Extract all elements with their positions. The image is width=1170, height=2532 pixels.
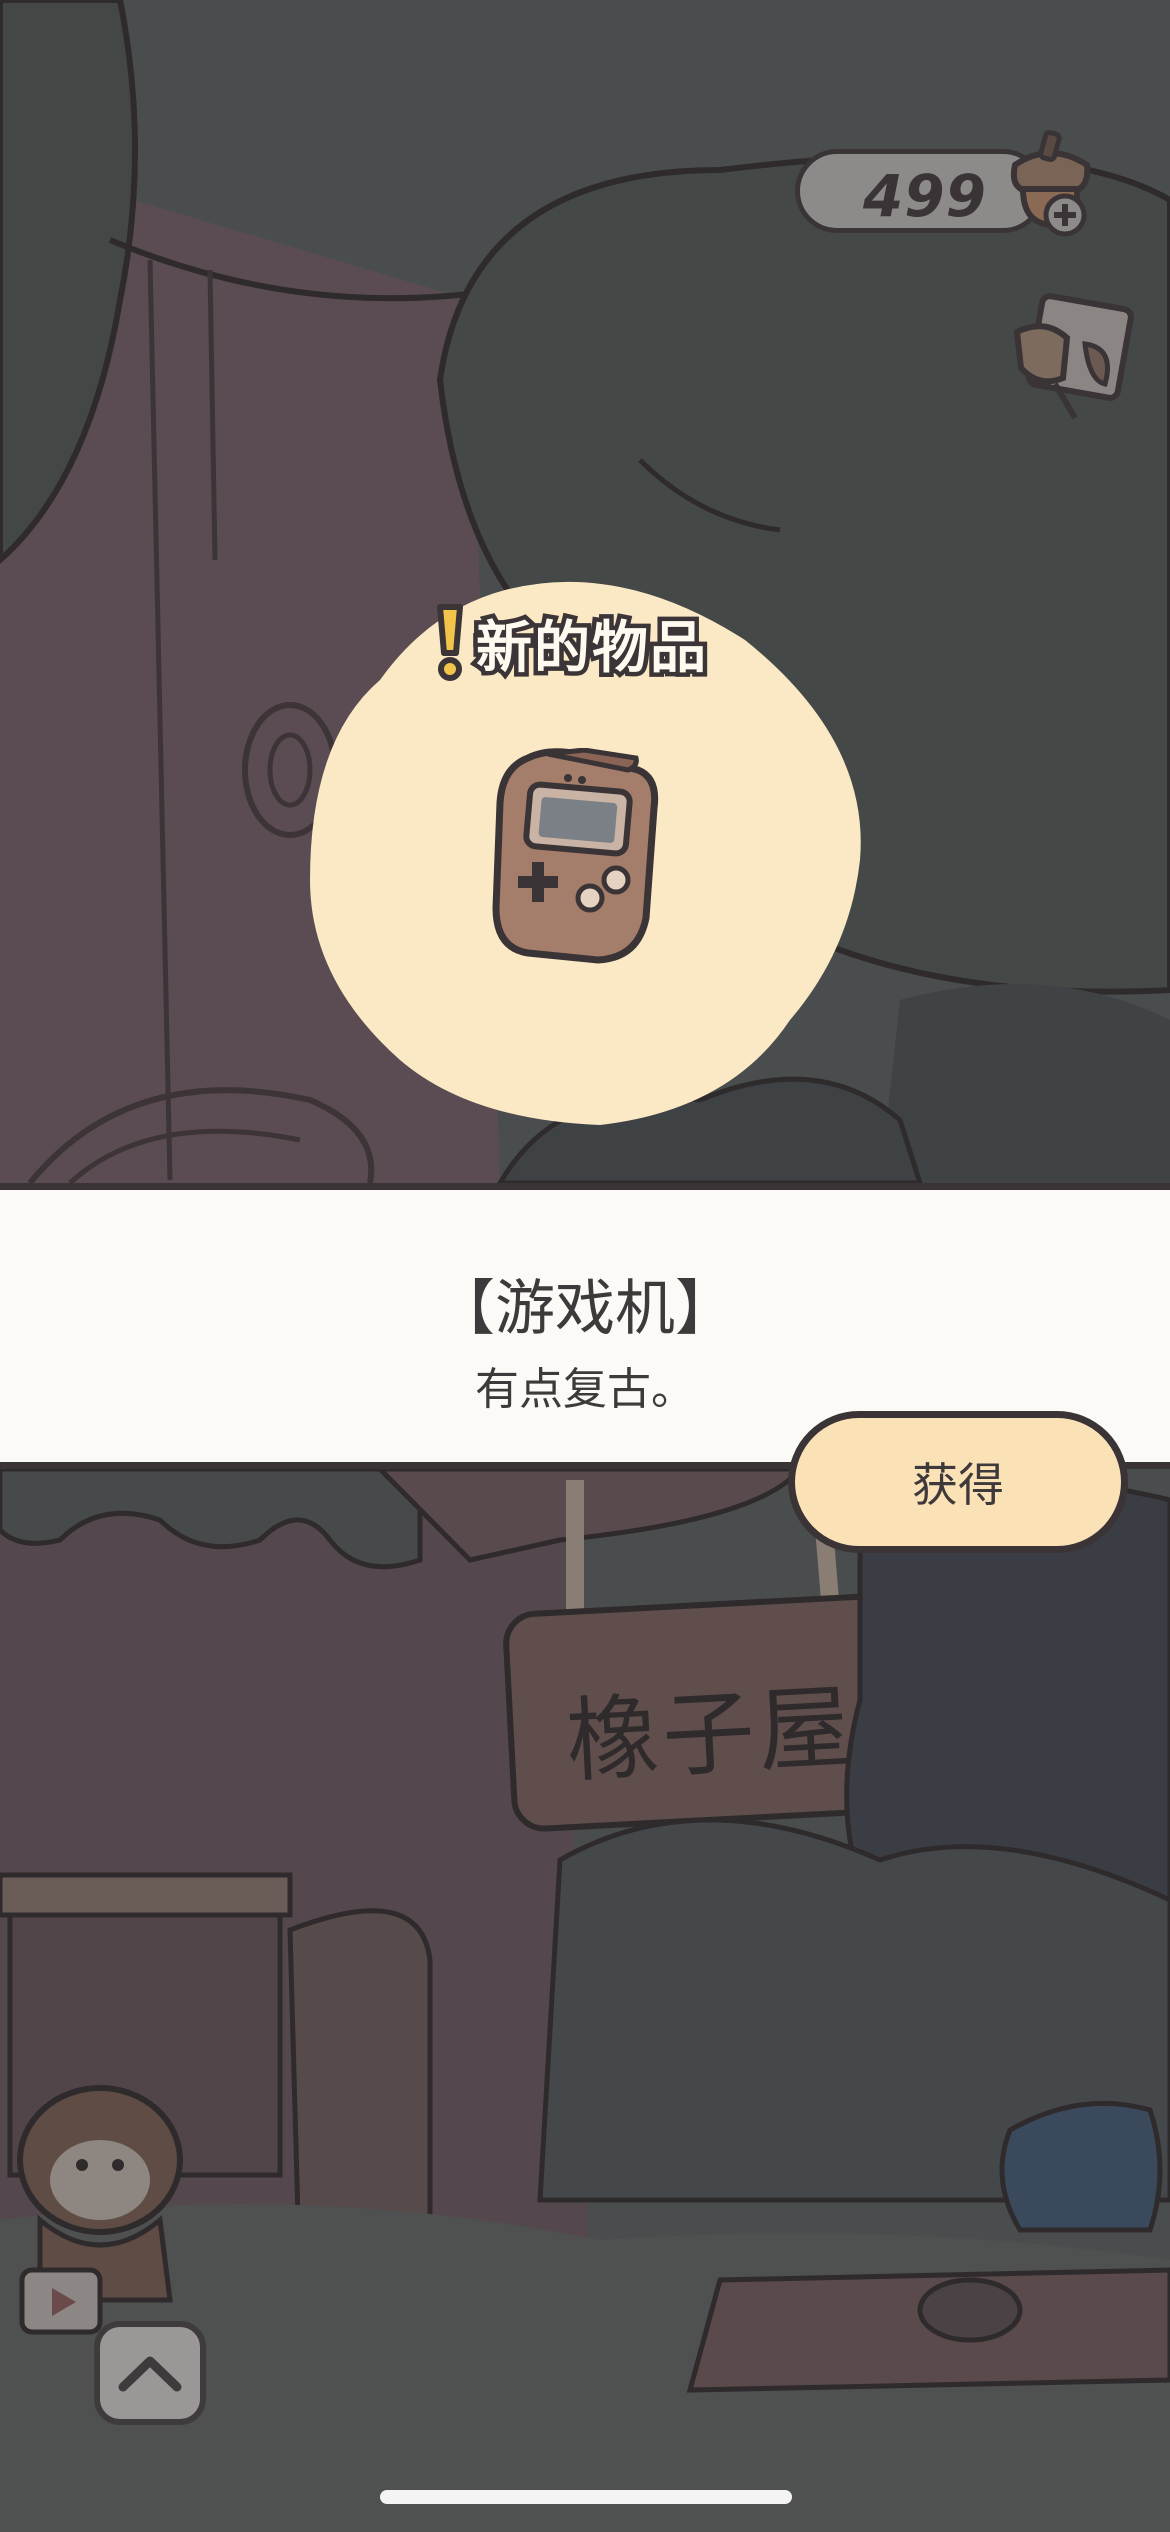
- shop-sign: 橡子屋: [563, 1673, 858, 1796]
- new-item-title: 新的物品: [472, 611, 711, 685]
- item-description: 有点复古。: [475, 1364, 695, 1415]
- chevron-up-icon: [118, 2356, 182, 2392]
- home-indicator[interactable]: [380, 2490, 792, 2504]
- acorn-counter[interactable]: 499: [795, 130, 1091, 237]
- plus-icon[interactable]: [1043, 193, 1087, 237]
- new-item-label: 新的物品: [430, 604, 711, 685]
- note-icon[interactable]: [1005, 288, 1137, 420]
- exclamation-icon: [437, 604, 463, 681]
- acorn-amount: 499: [862, 162, 988, 230]
- expand-up-button[interactable]: [94, 2321, 206, 2425]
- handheld-game-console-icon: [492, 748, 659, 964]
- get-button[interactable]: 获得: [788, 1411, 1128, 1553]
- item-name: 【游戏机】: [435, 1274, 735, 1344]
